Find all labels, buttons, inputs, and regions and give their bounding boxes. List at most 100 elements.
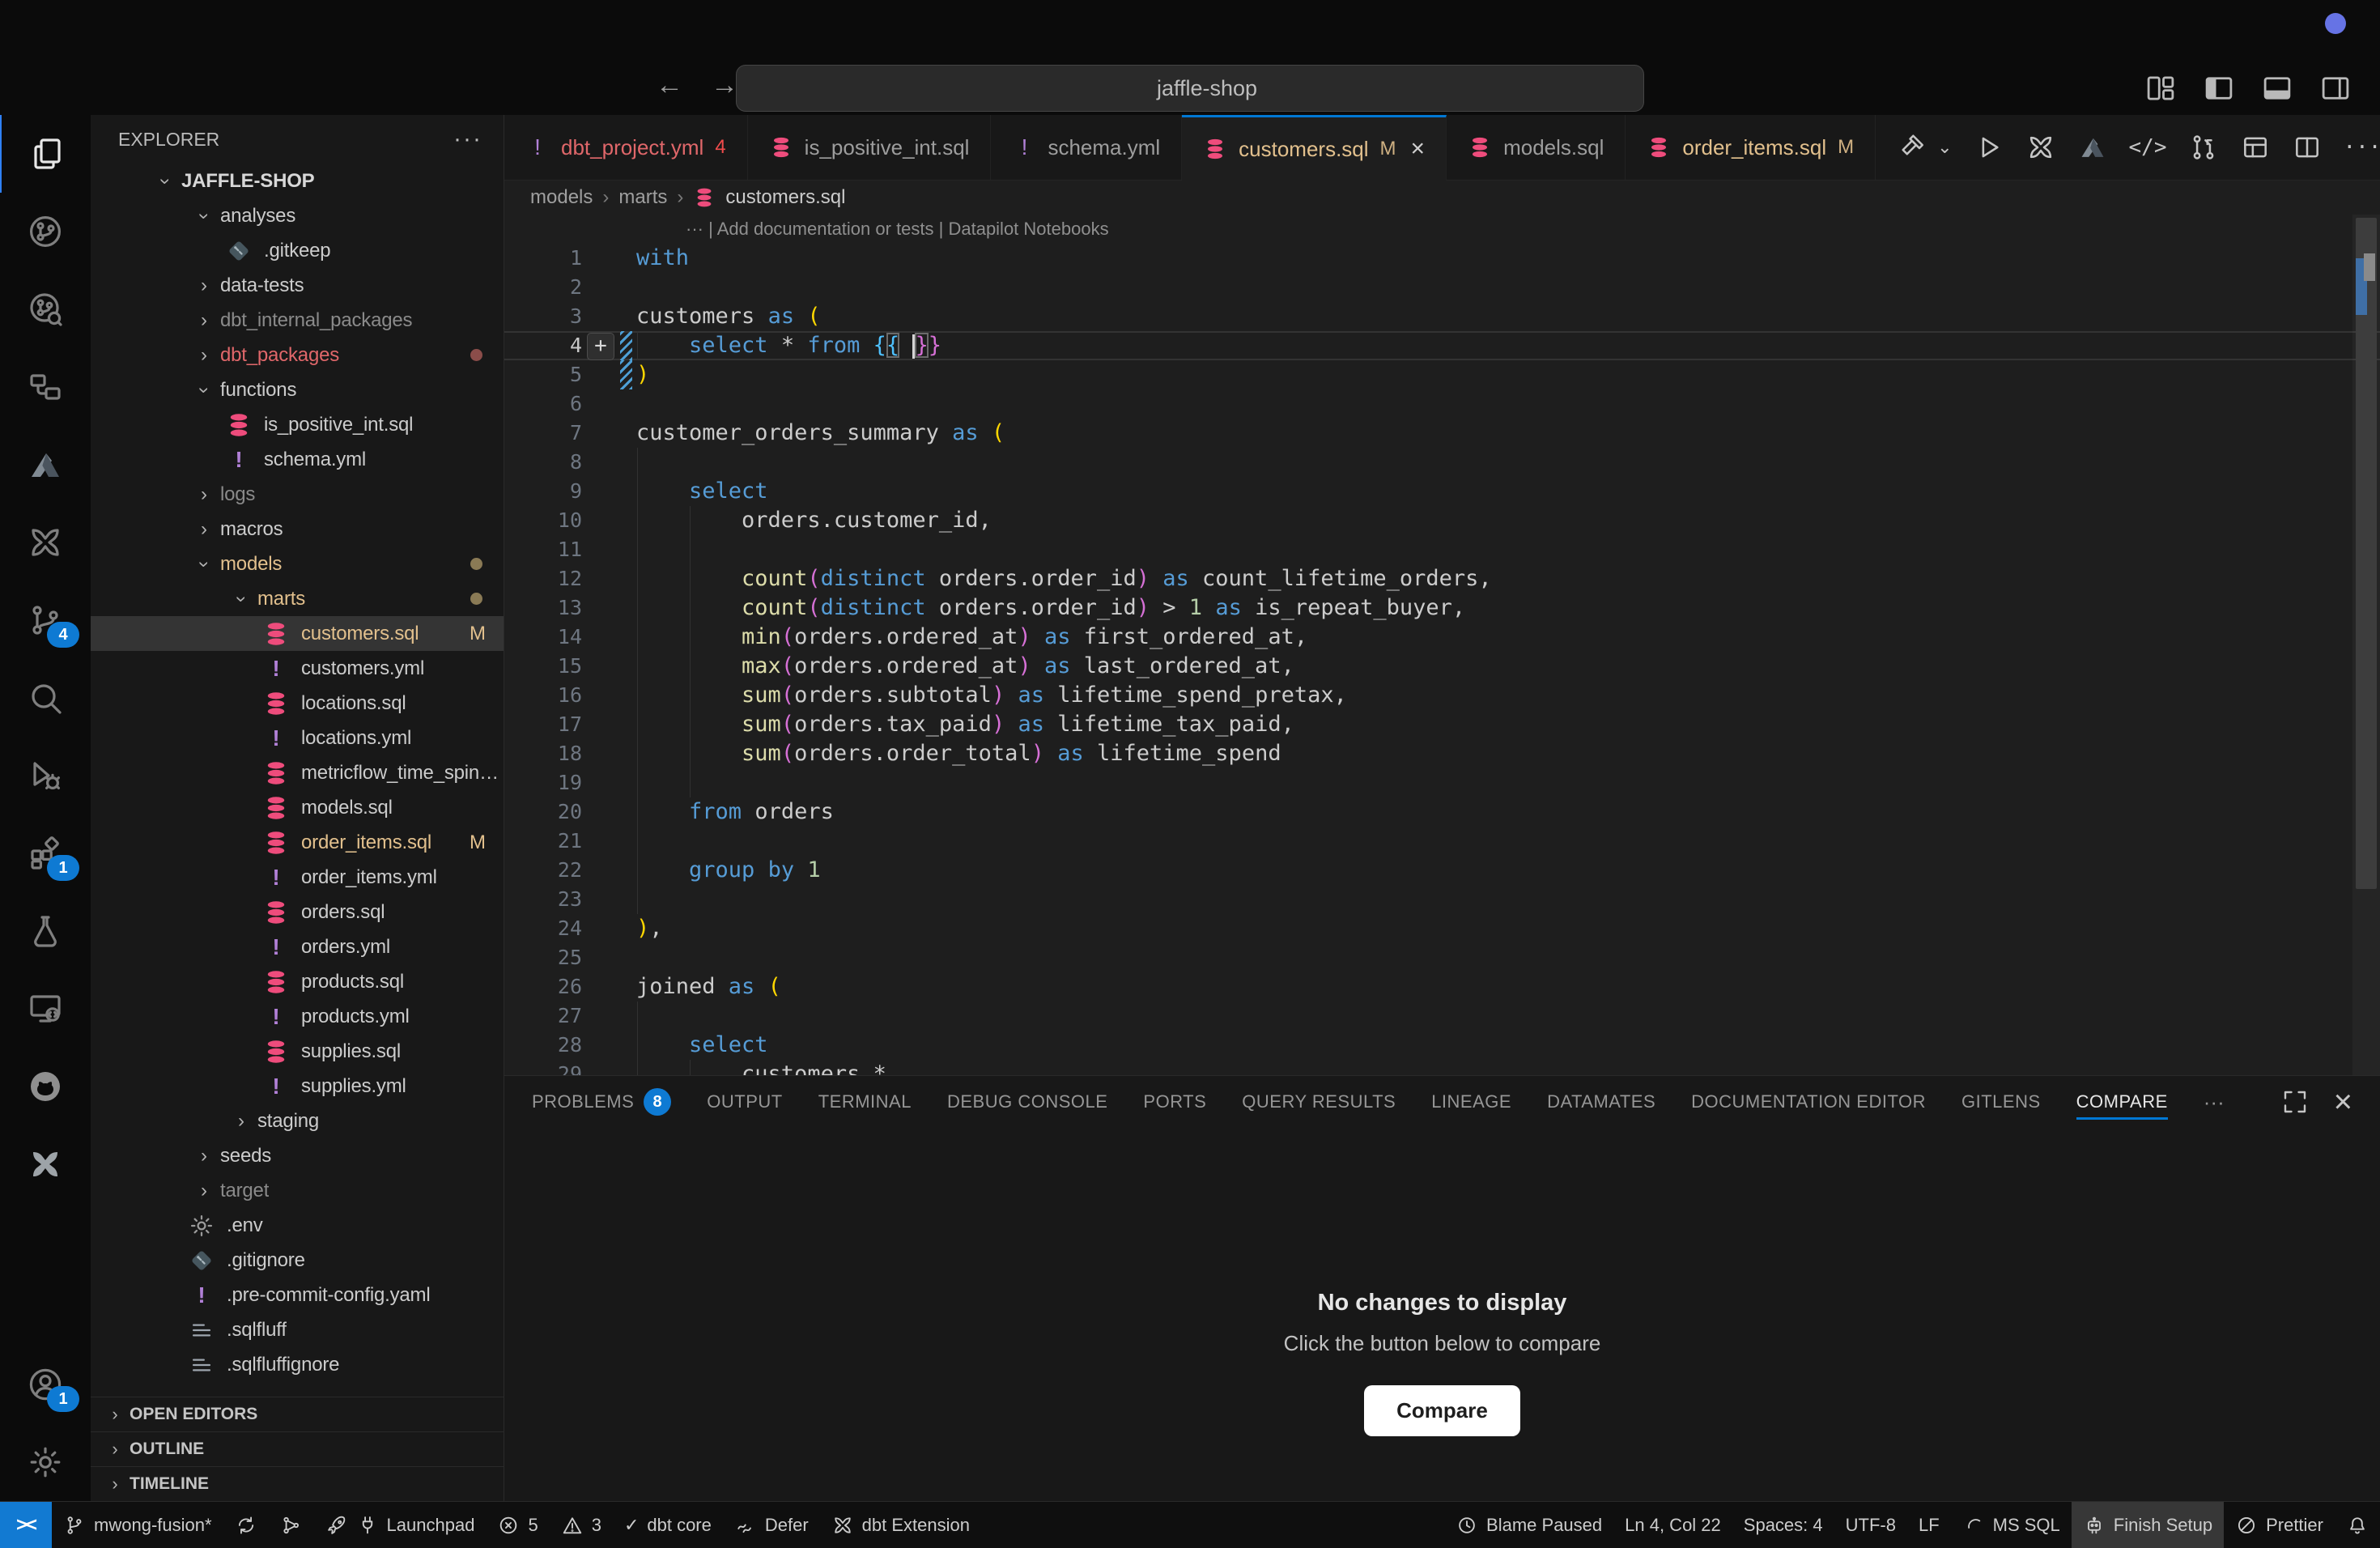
dbt-core-status[interactable]: ✓dbt core [613,1502,723,1548]
tree-item-is-positive-int-sql[interactable]: is_positive_int.sql [91,407,504,442]
panel-tab-documentation-editor[interactable]: DOCUMENTATION EDITOR [1691,1076,1926,1128]
code-line-14[interactable]: 14 min(orders.ordered_at) as first_order… [504,623,2380,652]
activity-remote-explorer[interactable] [0,970,91,1048]
add-test-button[interactable]: + [587,333,614,360]
query-table-icon[interactable] [2240,132,2271,163]
code-line-23[interactable]: 23 [504,885,2380,914]
breadcrumb[interactable]: models›marts›customers.sql [504,181,2380,215]
tree-item-macros[interactable]: ›macros [91,512,504,546]
code-line-28[interactable]: 28 select [504,1031,2380,1060]
more-actions-icon[interactable]: ··· [2344,135,2380,159]
tab-is-positive-int-sql[interactable]: is_positive_int.sql [748,115,992,180]
eol[interactable]: LF [1907,1502,1951,1548]
tree-item--gitkeep[interactable]: .gitkeep [91,233,504,268]
activity-dbt-power-user[interactable] [0,193,91,270]
tab-order-items-sql[interactable]: order_items.sqlM [1626,115,1876,180]
tree-item--sqlfluff[interactable]: .sqlfluff [91,1312,504,1347]
tab-customers-sql[interactable]: customers.sqlM× [1182,115,1447,181]
code-line-19[interactable]: 19 [504,768,2380,797]
compile-code-icon[interactable]: </> [2129,135,2167,159]
tree-item-logs[interactable]: ›logs [91,477,504,512]
code-line-3[interactable]: 3customers as ( [504,302,2380,331]
code-line-18[interactable]: 18 sum(orders.order_total) as lifetime_s… [504,739,2380,768]
code-line-5[interactable]: 5) [504,360,2380,389]
tree-item-order-items-sql[interactable]: order_items.sqlM [91,825,504,860]
close-icon[interactable]: × [1411,135,1426,163]
notifications-bell[interactable] [2335,1502,2380,1548]
prettier-status[interactable]: Prettier [2224,1502,2335,1548]
tree-item-customers-sql[interactable]: customers.sqlM [91,616,504,651]
breadcrumb-file[interactable]: customers.sql [725,186,845,209]
sidebar-section-outline[interactable]: ›OUTLINE [91,1431,504,1466]
dbt-x-icon[interactable] [2025,132,2056,163]
tree-item-order-items-yml[interactable]: !order_items.yml [91,860,504,895]
activity-github[interactable] [0,1048,91,1125]
code-line-13[interactable]: 13 count(distinct orders.order_id) > 1 a… [504,593,2380,623]
blame-status[interactable]: Blame Paused [1444,1502,1613,1548]
code-editor[interactable]: ··· | Add documentation or tests | Datap… [504,215,2380,1075]
panel-tab-lineage[interactable]: LINEAGE [1431,1076,1511,1128]
tree-item-metricflow-time-spine-sql[interactable]: metricflow_time_spine.sql [91,755,504,790]
tree-item-jaffle-shop[interactable]: ›JAFFLE-SHOP [91,164,504,198]
tree-item-analyses[interactable]: ›analyses [91,198,504,233]
tab-dbt-project-yml[interactable]: !dbt_project.yml4 [504,115,748,180]
tree-item-target[interactable]: ›target [91,1173,504,1208]
language-mode[interactable]: MS SQL [1951,1502,2072,1548]
close-panel-icon[interactable]: × [2334,1087,2352,1116]
activity-accounts[interactable]: 1 [0,1346,91,1423]
panel-tab-debug-console[interactable]: DEBUG CONSOLE [947,1076,1107,1128]
customize-layout-icon[interactable] [2144,71,2178,105]
tree-item-customers-yml[interactable]: !customers.yml [91,651,504,686]
cursor-position[interactable]: Ln 4, Col 22 [1613,1502,1732,1548]
panel-tab-compare[interactable]: COMPARE [2076,1076,2168,1128]
tree-item-dbt-packages[interactable]: ›dbt_packages [91,338,504,372]
activity-dbt[interactable] [0,504,91,581]
code-line-16[interactable]: 16 sum(orders.subtotal) as lifetime_spen… [504,681,2380,710]
problems-warnings[interactable]: 3 [550,1502,613,1548]
git-pr-icon[interactable] [2188,132,2219,163]
toggle-secondary-sidebar-icon[interactable] [2318,71,2352,105]
nav-back-icon[interactable]: ← [656,70,683,101]
code-line-2[interactable]: 2 [504,273,2380,302]
tree-item-products-yml[interactable]: !products.yml [91,999,504,1034]
tree-item-data-tests[interactable]: ›data-tests [91,268,504,303]
code-line-26[interactable]: 26joined as ( [504,972,2380,1002]
tree-item-orders-sql[interactable]: orders.sql [91,895,504,929]
activity-lineage-explorer[interactable] [0,270,91,348]
panel-tab-datamates[interactable]: DATAMATES [1547,1076,1655,1128]
dbt-extension-status[interactable]: dbt Extension [820,1502,981,1548]
command-center-search[interactable]: jaffle-shop [736,65,1644,112]
split-editor-icon[interactable] [2292,132,2323,163]
defer-status[interactable]: Defer [723,1502,820,1548]
panel-tab-gitlens[interactable]: GITLENS [1961,1076,2041,1128]
activity-testing[interactable] [0,892,91,970]
problems-errors[interactable]: 5 [486,1502,549,1548]
tree-item-functions[interactable]: ›functions [91,372,504,407]
tree-item--gitignore[interactable]: .gitignore [91,1243,504,1278]
tree-item-staging[interactable]: ›staging [91,1104,504,1138]
code-line-7[interactable]: 7customer_orders_summary as ( [504,419,2380,448]
code-line-24[interactable]: 24), [504,914,2380,943]
code-line-15[interactable]: 15 max(orders.ordered_at) as last_ordere… [504,652,2380,681]
tree-item-locations-sql[interactable]: locations.sql [91,686,504,721]
code-line-6[interactable]: 6 [504,389,2380,419]
tree-item--env[interactable]: .env [91,1208,504,1243]
launchpad-status[interactable]: Launchpad [314,1502,487,1548]
nav-forward-icon[interactable]: → [711,70,738,101]
run-icon[interactable] [1974,132,2004,163]
code-line-21[interactable]: 21 [504,827,2380,856]
explorer-more-icon[interactable]: ··· [453,125,482,153]
code-line-10[interactable]: 10 orders.customer_id, [504,506,2380,535]
activity-extensions[interactable]: 1 [0,814,91,892]
maximize-panel-icon[interactable] [2280,1087,2310,1116]
tree-item-marts[interactable]: ›marts [91,581,504,616]
tree-item--sqlfluffignore[interactable]: .sqlfluffignore [91,1347,504,1382]
code-line-25[interactable]: 25 [504,943,2380,972]
panel-more-icon[interactable]: ··· [2204,1090,2225,1115]
sidebar-section-open-editors[interactable]: ›OPEN EDITORS [91,1397,504,1431]
tree-item-supplies-yml[interactable]: !supplies.yml [91,1069,504,1104]
tree-item-products-sql[interactable]: products.sql [91,964,504,999]
tree-item-supplies-sql[interactable]: supplies.sql [91,1034,504,1069]
code-line-27[interactable]: 27 [504,1002,2380,1031]
code-line-8[interactable]: 8 [504,448,2380,477]
